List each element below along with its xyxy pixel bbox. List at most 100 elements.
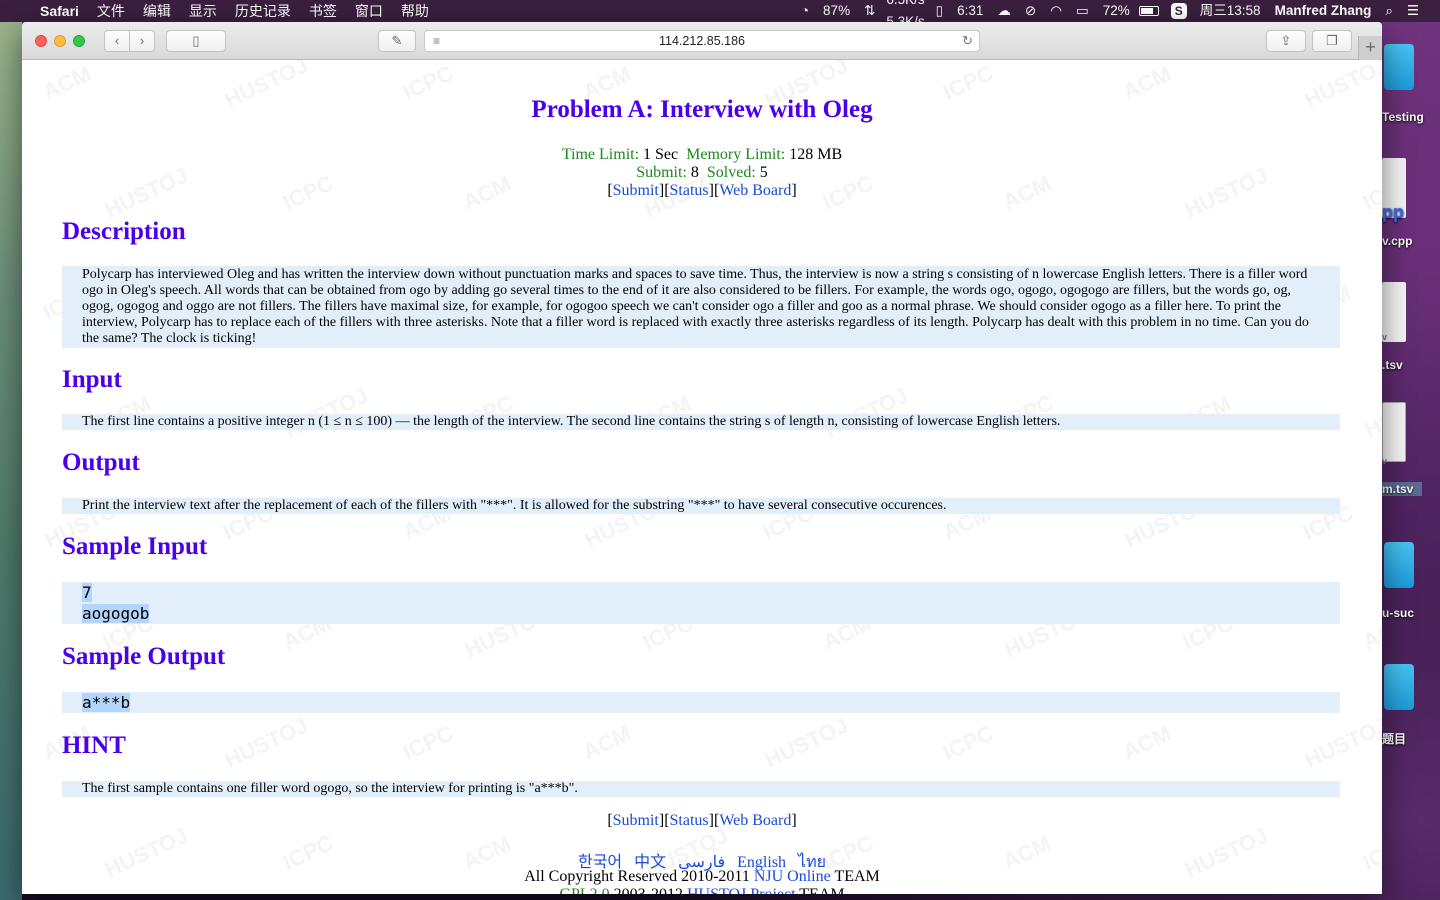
gpl-link[interactable]: GPL2.0 [559,886,609,894]
minimize-window-button[interactable] [54,35,66,47]
share-button[interactable]: ⇪ [1266,30,1306,52]
submit-link[interactable]: Submit [613,182,659,199]
sample-output-line: a***b [82,693,131,712]
hustoj-years: 2003-2012 [614,886,683,894]
submit-count: 8 [690,164,699,181]
close-window-button[interactable] [35,35,47,47]
desktop-item-vcpp[interactable]: v.cpp [1382,234,1440,248]
status-link[interactable]: Status [670,812,709,829]
sample-output-heading: Sample Output [62,643,226,670]
desktop-item-pp[interactable]: pp [1382,202,1440,223]
show-tabs-button[interactable]: ❐ [1312,30,1352,52]
zoom-window-button[interactable] [73,35,85,47]
desktop-item-mtsv[interactable]: m.tsv [1382,482,1422,496]
updown-arrow-icon: ⇅ [864,3,876,18]
time-limit-value: 1 Sec [643,146,679,163]
reload-icon[interactable]: ↻ [962,31,973,51]
cpu-monitor-icon[interactable]: ◔ [794,0,816,22]
watermark-text: ACM [579,721,635,766]
evernote-extension-button[interactable]: ✎ [378,30,416,52]
desktop-folder-icon[interactable] [1384,44,1414,90]
spotlight-search-icon[interactable]: ⌕ [1378,0,1400,22]
address-bar[interactable]: ≡ 114.212.85.186 ↻ [424,30,980,52]
safari-window: ‹ › ▯ ✎ ≡ 114.212.85.186 ↻ ⇪ ❐ + ACM HUST… [22,22,1382,894]
airplay-icon[interactable]: ▭ [1069,0,1096,22]
memory-limit-value: 128 MB [789,146,843,163]
input-text: The first line contains a positive integ… [62,414,1340,430]
wifi-icon[interactable]: ◠ [1043,0,1069,22]
memory-limit-label: Memory Limit: [686,146,786,163]
watermark-text: HUSTOJ [821,382,913,443]
sogou-input-icon[interactable]: S [1170,3,1187,19]
menu-history[interactable]: 历史记录 [226,0,300,22]
hint-text: The first sample contains one filler wor… [62,781,1340,797]
problem-title: Problem A: Interview with Oleg [531,96,873,123]
watermark-text: ICPC [399,720,458,766]
description-text: Polycarp has interviewed Oleg and has wr… [62,266,1340,348]
small-clock[interactable]: 6:31 [950,0,990,22]
web-board-link[interactable]: Web Board [719,812,791,829]
cloud-icon[interactable]: ☁ [990,0,1018,22]
menu-file[interactable]: 文件 [88,0,134,22]
desktop-item-usuc[interactable]: u-suc [1382,606,1440,620]
user-name[interactable]: Manfred Zhang [1268,0,1379,22]
solved-count: 5 [759,164,768,181]
watermark-text: ACM [1119,721,1175,766]
watermark-text: HUSTOJ [1301,712,1382,773]
reader-view-icon[interactable]: ≡ [433,31,440,51]
desktop-item-v2: v [1382,456,1388,466]
copyright-prefix: All Copyright Reserved 2010-2011 [524,868,750,885]
browser-toolbar: ‹ › ▯ ✎ ≡ 114.212.85.186 ↻ ⇪ ❐ + [22,22,1382,60]
hustoj-suffix: TEAM [799,886,844,894]
nju-online-link[interactable]: NJU Online [754,868,831,885]
desktop-item-testing[interactable]: Testing [1382,110,1440,124]
menu-view[interactable]: 显示 [180,0,226,22]
battery-percent[interactable]: 72% [1096,0,1137,22]
menu-help[interactable]: 帮助 [392,0,438,22]
web-board-link[interactable]: Web Board [719,182,791,199]
desktop-folder-icon[interactable] [1384,542,1414,588]
forward-button[interactable]: › [129,30,155,52]
solved-label: Solved: [706,164,756,181]
clipboard-icon[interactable]: ▯ [929,0,950,22]
menu-window[interactable]: 窗口 [346,0,392,22]
watermark-text: HUSTOJ [221,712,313,773]
watermark-text: ACM [1359,611,1382,656]
copyright-suffix: TEAM [834,868,880,885]
menu-edit[interactable]: 编辑 [134,0,180,22]
desktop-file-icon[interactable] [1382,402,1406,462]
status-link[interactable]: Status [670,182,709,199]
battery-icon[interactable] [1138,6,1159,16]
bottom-links: [Submit][Status][Web Board] [607,812,797,829]
app-menu[interactable]: Safari [36,0,88,22]
hustoj-project-link[interactable]: HUSTOJ Project [687,886,796,894]
desktop-folder-icon[interactable] [1384,664,1414,710]
output-text: Print the interview text after the repla… [62,498,1340,514]
description-heading: Description [62,218,186,245]
back-button[interactable]: ‹ [104,30,130,52]
sample-input-line: aogogob [82,604,150,623]
submit-link[interactable]: Submit [613,812,659,829]
do-not-disturb-icon[interactable]: ⊘ [1018,0,1043,22]
sample-input-heading: Sample Input [62,533,208,560]
watermark-text: HUSTOJ [761,712,853,773]
desktop-item-v: v [1382,332,1388,342]
output-heading: Output [62,449,140,476]
top-links: [Submit][Status][Web Board] [607,182,797,199]
hustoj-line: GPL2.0 2003-2012 HUSTOJ Project TEAM [22,886,1382,894]
web-page: ACM HUSTOJ ICPC ACM HUSTOJ ICPC ACM HUSTOJ HUSTO… [22,60,1382,894]
desktop-item-tsv[interactable]: .tsv [1382,358,1440,372]
sample-input-box[interactable]: 7 aogogob [62,582,1340,624]
time-limit-label: Time Limit: [561,146,640,163]
desktop-item-timu[interactable]: 题目 [1382,730,1440,747]
new-tab-button[interactable]: + [1358,36,1382,60]
sidebar-toggle-button[interactable]: ▯ [166,30,226,52]
sample-output-box[interactable]: a***b [62,692,1340,713]
input-heading: Input [62,366,122,393]
datetime[interactable]: 周三13:58 [1193,0,1268,22]
notification-center-icon[interactable]: ☰ [1400,0,1426,22]
cpu-usage: 87% [823,3,851,18]
desktop-wallpaper-strip [0,22,22,900]
menu-bookmarks[interactable]: 书签 [300,0,346,22]
submit-label: Submit: [636,164,687,181]
